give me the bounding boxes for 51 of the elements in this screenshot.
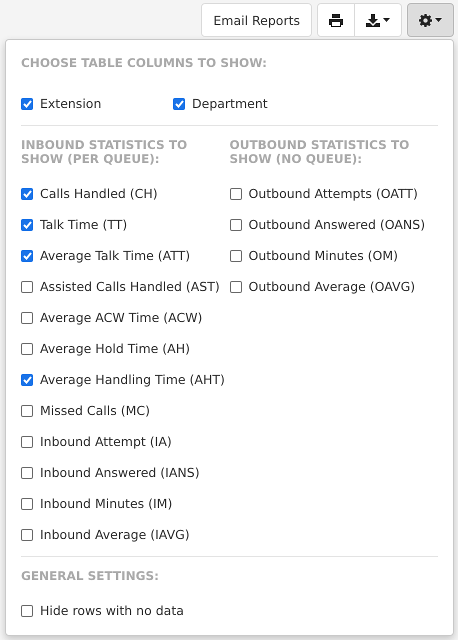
settings-icon: [419, 14, 432, 26]
checkbox[interactable]: [21, 436, 33, 448]
checkbox[interactable]: [21, 188, 33, 200]
checkbox-label: Average Handling Time (AHT): [40, 372, 225, 387]
checkbox[interactable]: [21, 498, 33, 510]
checkbox[interactable]: [21, 250, 33, 262]
checkbox[interactable]: [21, 342, 33, 354]
checkbox-label: Inbound Minutes (IM): [40, 496, 172, 511]
checkbox[interactable]: [21, 312, 33, 324]
checkbox-label: Outbound Average (OAVG): [248, 279, 416, 294]
checkbox-label: Outbound Answered (OANS): [248, 217, 426, 232]
checkbox-label: Extension: [40, 96, 102, 111]
checkbox[interactable]: [230, 188, 242, 200]
printer-icon: [329, 14, 343, 26]
checkbox-label: Average Talk Time (ATT): [40, 248, 190, 263]
email-reports-button[interactable]: Email Reports: [201, 3, 312, 37]
checkbox[interactable]: [21, 98, 33, 110]
checkbox[interactable]: [21, 404, 33, 416]
checkbox-label: Missed Calls (MC): [40, 403, 150, 418]
section-heading: OUTBOUND STATISTICS TO SHOW (NO QUEUE):: [230, 138, 410, 166]
checkbox[interactable]: [230, 218, 242, 230]
checkbox-label: Average Hold Time (AH): [40, 341, 190, 356]
section-heading: INBOUND STATISTICS TO SHOW (PER QUEUE):: [21, 138, 188, 166]
checkbox[interactable]: [21, 528, 33, 540]
checkbox[interactable]: [21, 280, 33, 292]
checkbox[interactable]: [21, 218, 33, 230]
checkbox[interactable]: [21, 374, 33, 386]
checkbox-label: Department: [192, 96, 268, 111]
checkbox[interactable]: [21, 604, 33, 616]
checkbox[interactable]: [21, 466, 33, 478]
section-heading: GENERAL SETTINGS:: [21, 569, 160, 583]
caret-icon: [383, 18, 390, 22]
settings-button[interactable]: [407, 3, 454, 37]
download-icon: [366, 14, 380, 26]
checkbox-label: Outbound Minutes (OM): [248, 248, 398, 263]
caret-icon: [435, 18, 442, 22]
checkbox-label: Talk Time (TT): [40, 217, 128, 232]
checkbox[interactable]: [173, 98, 185, 110]
checkbox-label: Outbound Attempts (OATT): [248, 186, 418, 201]
checkbox-label: Assisted Calls Handled (AST): [40, 279, 220, 294]
checkbox[interactable]: [230, 280, 242, 292]
checkbox-label: Inbound Answered (IANS): [40, 465, 200, 480]
section-heading: CHOOSE TABLE COLUMNS TO SHOW:: [21, 56, 268, 70]
download-button[interactable]: [355, 3, 402, 37]
checkbox-label: Inbound Average (IAVG): [40, 527, 190, 542]
checkbox-label: Calls Handled (CH): [40, 186, 158, 201]
checkbox-label: Inbound Attempt (IA): [40, 434, 172, 449]
checkbox[interactable]: [230, 250, 242, 262]
checkbox-label: Average ACW Time (ACW): [40, 310, 202, 325]
print-button[interactable]: [317, 3, 355, 37]
checkbox-label: Hide rows with no data: [40, 603, 184, 618]
